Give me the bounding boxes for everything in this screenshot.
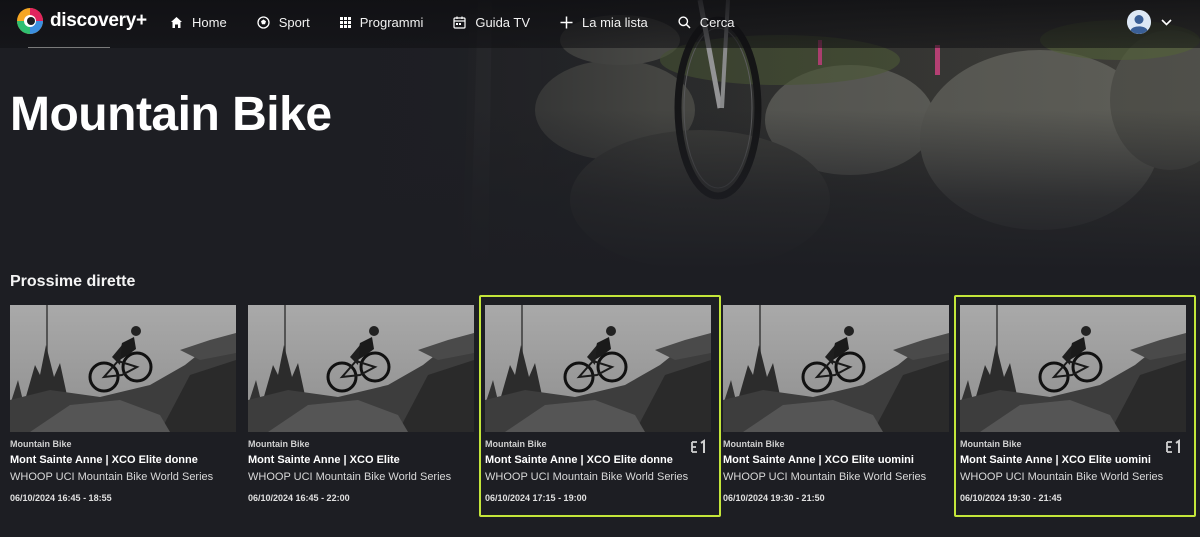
event-card[interactable]: Mountain Bike Mont Sainte Anne | XCO Eli… [723, 305, 949, 510]
chevron-down-icon[interactable] [1161, 18, 1172, 26]
discovery-plus-logo[interactable]: discovery+ [16, 6, 147, 36]
brand-name: discovery+ [50, 10, 147, 31]
event-title: Mont Sainte Anne | XCO Elite uomini [723, 454, 914, 466]
event-category: Mountain Bike [960, 439, 1022, 449]
event-thumbnail[interactable] [960, 305, 1186, 432]
event-card-highlighted[interactable]: Mountain Bike Mont Sainte Anne | XCO Eli… [954, 295, 1196, 517]
event-time: 06/10/2024 16:45 - 18:55 [10, 493, 112, 503]
event-category: Mountain Bike [10, 439, 72, 449]
section-title: Prossime dirette [10, 273, 136, 290]
user-menu[interactable] [1127, 10, 1172, 34]
event-title: Mont Sainte Anne | XCO Elite donne [485, 454, 673, 466]
nav-label-guida-tv: Guida TV [475, 14, 531, 30]
event-title: Mont Sainte Anne | XCO Elite [248, 454, 400, 466]
event-title: Mont Sainte Anne | XCO Elite donne [10, 454, 198, 466]
top-navigation: discovery+ Home Sport Programmi Guida TV… [0, 0, 1200, 48]
event-time: 06/10/2024 19:30 - 21:45 [960, 493, 1062, 503]
nav-item-cerca[interactable]: Cerca [678, 14, 735, 30]
eurosport-1-icon [1166, 439, 1180, 453]
user-avatar-icon [1127, 10, 1151, 34]
event-subtitle: WHOOP UCI Mountain Bike World Series [10, 471, 214, 483]
event-thumbnail[interactable] [248, 305, 474, 432]
event-thumbnail[interactable] [10, 305, 236, 432]
event-subtitle: WHOOP UCI Mountain Bike World Series [485, 471, 689, 483]
nav-menu: Home Sport Programmi Guida TV La mia lis… [170, 0, 764, 44]
event-category: Mountain Bike [485, 439, 547, 449]
nav-label-programmi: Programmi [359, 14, 424, 30]
event-title: Mont Sainte Anne | XCO Elite uomini [960, 454, 1151, 466]
nav-label-cerca: Cerca [699, 14, 735, 30]
event-card[interactable]: Mountain Bike Mont Sainte Anne | XCO Eli… [248, 305, 474, 510]
search-icon [678, 15, 691, 29]
event-thumbnail[interactable] [485, 305, 711, 432]
calendar-icon [453, 16, 466, 29]
nav-item-la-mia-lista[interactable]: La mia lista [560, 15, 648, 30]
event-time: 06/10/2024 16:45 - 22:00 [248, 493, 350, 503]
event-category: Mountain Bike [248, 439, 310, 449]
event-card[interactable]: Mountain Bike Mont Sainte Anne | XCO Eli… [10, 305, 236, 510]
home-icon [171, 16, 182, 28]
event-subtitle: WHOOP UCI Mountain Bike World Series [723, 471, 927, 483]
event-thumbnail[interactable] [723, 305, 949, 432]
discovery-logo-icon [17, 8, 43, 34]
event-subtitle: WHOOP UCI Mountain Bike World Series [248, 471, 452, 483]
nav-label-la-mia-lista: La mia lista [582, 14, 648, 30]
page-title: Mountain Bike [10, 88, 332, 141]
avatar[interactable] [1127, 10, 1151, 34]
nav-item-sport[interactable]: Sport [257, 15, 310, 30]
plus-icon [560, 16, 573, 28]
event-time: 06/10/2024 19:30 - 21:50 [723, 493, 825, 503]
event-category: Mountain Bike [723, 439, 785, 449]
event-card-highlighted[interactable]: Mountain Bike Mont Sainte Anne | XCO Eli… [479, 295, 721, 517]
nav-item-programmi[interactable]: Programmi [339, 14, 424, 30]
event-time: 06/10/2024 17:15 - 19:00 [485, 493, 587, 503]
eurosport-1-icon [691, 439, 705, 453]
logo-underline [28, 47, 110, 48]
nav-label-home: Home [192, 14, 227, 30]
upcoming-live-carousel: Mountain Bike Mont Sainte Anne | XCO Eli… [10, 295, 1200, 517]
grid-icon [339, 16, 351, 28]
nav-item-home[interactable]: Home [170, 15, 227, 30]
nav-item-guida-tv[interactable]: Guida TV [453, 15, 530, 30]
sport-ball-icon [257, 15, 270, 29]
event-subtitle: WHOOP UCI Mountain Bike World Series [960, 471, 1164, 483]
nav-label-sport: Sport [278, 14, 310, 30]
